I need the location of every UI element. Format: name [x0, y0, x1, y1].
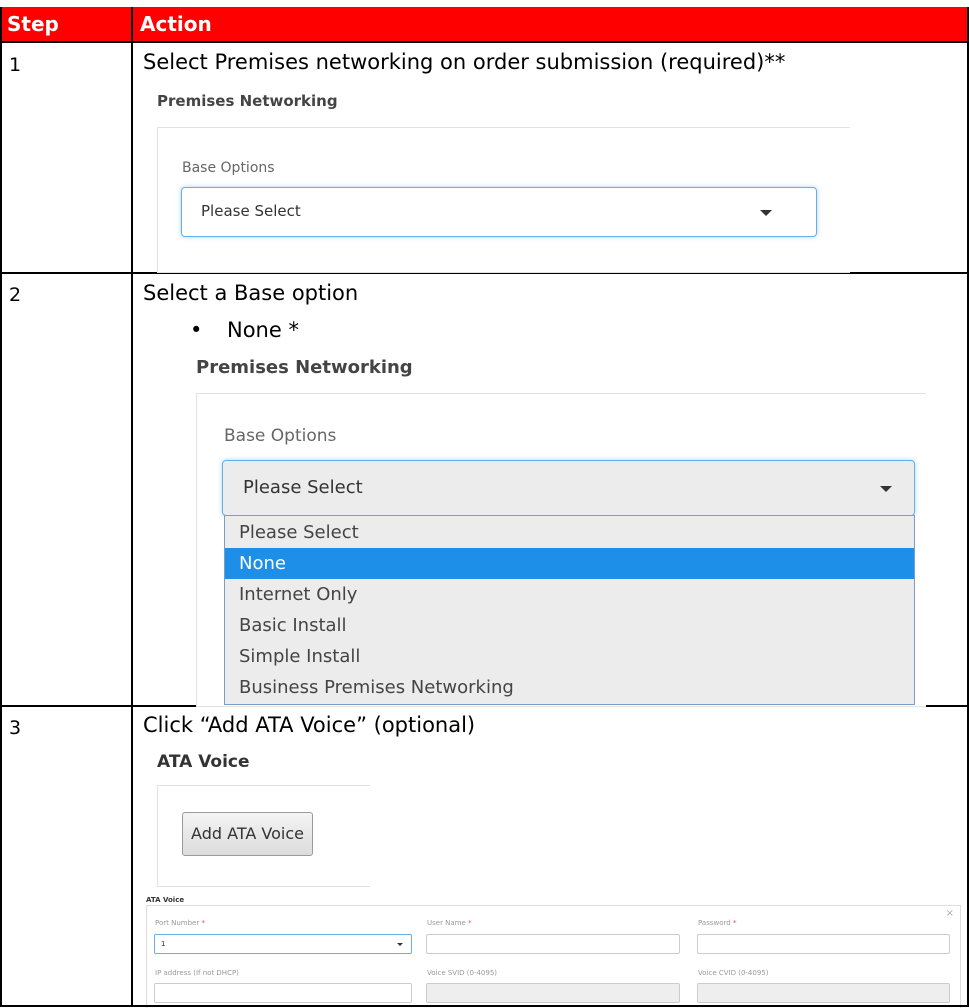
step-instruction: Select Premises networking on order subm… — [143, 50, 786, 74]
field-label: Base Options — [224, 426, 337, 446]
step-instruction: Click “Add ATA Voice” (optional) — [143, 713, 476, 737]
header-action: Action — [140, 12, 212, 36]
port-number-label: Port Number * — [155, 919, 205, 927]
step-number: 3 — [9, 717, 22, 739]
select-value: Please Select — [243, 477, 363, 498]
dropdown-option-selected[interactable]: None — [225, 548, 914, 579]
add-ata-voice-button[interactable]: Add ATA Voice — [182, 812, 313, 856]
ip-address-label: IP address (If not DHCP) — [155, 969, 239, 977]
chevron-down-icon — [760, 210, 772, 216]
voice-cvid-input — [697, 983, 950, 1003]
dropdown-option[interactable]: Internet Only — [225, 579, 914, 610]
port-number-select[interactable]: 1 — [154, 934, 412, 954]
base-options-select[interactable]: Please Select — [222, 460, 915, 516]
user-name-input[interactable] — [426, 934, 680, 954]
dropdown-option[interactable]: Please Select — [225, 517, 914, 548]
password-input[interactable] — [697, 934, 950, 954]
base-options-dropdown: Please Select None Internet Only Basic I… — [224, 515, 915, 705]
step-number: 1 — [9, 54, 22, 76]
chevron-down-icon — [397, 943, 403, 946]
user-name-label: User Name * — [427, 919, 472, 927]
header-step: Step — [7, 12, 59, 36]
table-border-left — [0, 7, 2, 1007]
voice-svid-input — [426, 983, 680, 1003]
voice-cvid-label: Voice CVID (0-4095) — [698, 969, 769, 977]
bullet-dot: • — [190, 318, 203, 342]
base-options-select[interactable]: Please Select — [181, 187, 817, 237]
section-title: Premises Networking — [196, 357, 413, 378]
section-title: Premises Networking — [157, 92, 338, 110]
close-icon[interactable]: × — [946, 908, 954, 919]
row-divider — [0, 41, 969, 43]
step-number: 2 — [9, 284, 22, 306]
dropdown-option[interactable]: Basic Install — [225, 610, 914, 641]
bullet-item: None * — [227, 318, 299, 342]
voice-svid-label: Voice SVID (0-4095) — [427, 969, 498, 977]
step-instruction: Select a Base option — [143, 281, 359, 305]
select-value: Please Select — [201, 202, 301, 220]
section-title: ATA Voice — [157, 752, 250, 772]
ip-address-input[interactable] — [154, 983, 412, 1003]
steps-table: Step Action 1 Select Premises networking… — [0, 0, 969, 1008]
column-divider — [131, 7, 133, 1007]
dropdown-option[interactable]: Business Premises Networking — [225, 672, 914, 703]
port-number-value: 1 — [161, 940, 166, 948]
form-title: ATA Voice — [146, 896, 185, 904]
password-label: Password * — [698, 919, 737, 927]
chevron-down-icon — [880, 486, 892, 492]
field-label: Base Options — [182, 160, 275, 176]
dropdown-option[interactable]: Simple Install — [225, 641, 914, 672]
